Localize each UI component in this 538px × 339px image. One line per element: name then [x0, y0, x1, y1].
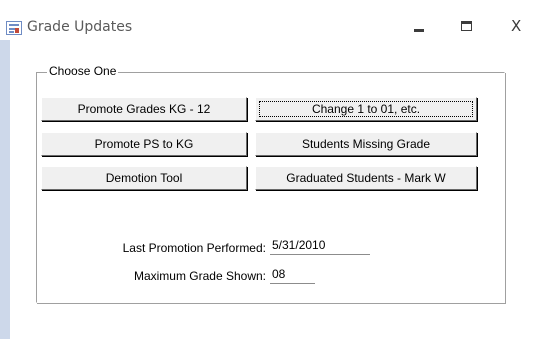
group-legend: Choose One	[47, 64, 119, 78]
title-bar[interactable]: Grade Updates X	[0, 0, 538, 40]
window-title: Grade Updates	[27, 19, 133, 35]
last-promotion-label: Last Promotion Performed:	[122, 241, 266, 255]
promote-grades-kg-12-button[interactable]: Promote Grades KG - 12	[41, 97, 247, 121]
window-left-border	[0, 40, 10, 339]
minimize-icon	[414, 29, 424, 32]
button-label: Change 1 to 01, etc.	[311, 102, 421, 116]
button-label: Demotion Tool	[105, 171, 183, 185]
maximize-button[interactable]	[451, 15, 481, 37]
minimize-button[interactable]	[402, 15, 432, 37]
form-icon[interactable]	[6, 21, 22, 35]
button-label: Promote PS to KG	[94, 137, 194, 151]
button-label: Promote Grades KG - 12	[77, 102, 211, 116]
demotion-tool-button[interactable]: Demotion Tool	[41, 166, 247, 190]
button-label: Graduated Students - Mark W	[286, 171, 446, 185]
maximum-grade-label: Maximum Grade Shown:	[133, 269, 266, 283]
form-body: Choose One Promote Grades KG - 12 Change…	[10, 40, 538, 339]
students-missing-grade-button[interactable]: Students Missing Grade	[255, 132, 477, 156]
promote-ps-to-kg-button[interactable]: Promote PS to KG	[41, 132, 247, 156]
change-1-to-01-button[interactable]: Change 1 to 01, etc.	[255, 97, 477, 121]
button-label: Students Missing Grade	[301, 137, 431, 151]
last-promotion-field[interactable]: 5/31/2010	[270, 237, 370, 255]
close-icon: X	[511, 17, 522, 35]
maximum-grade-field[interactable]: 08	[270, 266, 315, 284]
close-button[interactable]: X	[502, 15, 532, 37]
graduated-students-button[interactable]: Graduated Students - Mark W	[255, 166, 477, 190]
maximize-icon	[461, 21, 472, 31]
grade-updates-window: Grade Updates X Choose One Promote Grade…	[0, 0, 538, 339]
